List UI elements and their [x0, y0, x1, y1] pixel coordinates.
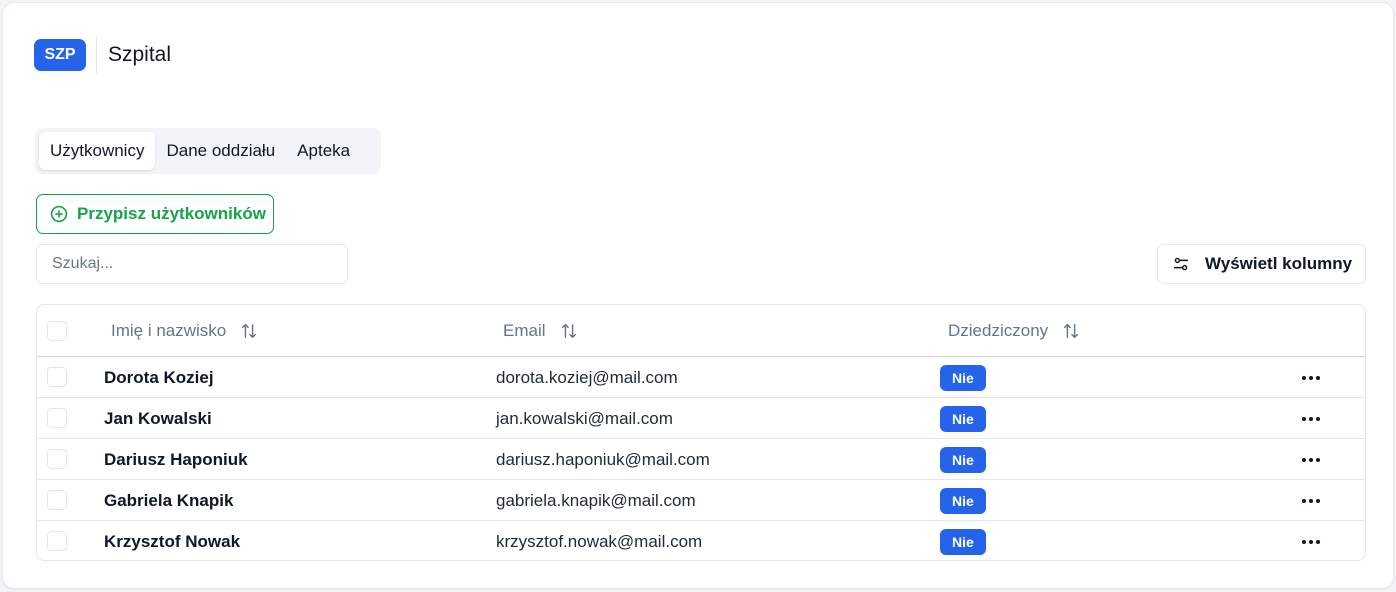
inherited-badge: Nie — [940, 446, 986, 473]
table-row[interactable]: Dariusz Haponiuk dariusz.haponiuk@mail.c… — [37, 439, 1365, 480]
inherited-badge: Nie — [940, 528, 986, 555]
row-checkbox[interactable] — [47, 367, 67, 387]
row-checkbox[interactable] — [47, 490, 67, 510]
user-email: dariusz.haponiuk@mail.com — [496, 449, 710, 469]
sliders-icon — [1172, 255, 1190, 273]
assign-users-button[interactable]: Przypisz użytkowników — [36, 194, 274, 234]
column-header-inherited-label: Dziedziczony — [948, 321, 1049, 340]
more-icon — [1302, 457, 1320, 462]
user-name: Gabriela Knapik — [104, 490, 234, 510]
row-checkbox[interactable] — [47, 449, 67, 469]
header-divider — [96, 36, 97, 74]
inherited-cell: Nie — [940, 398, 986, 439]
sort-icon — [242, 323, 257, 339]
more-icon — [1302, 375, 1320, 380]
user-name: Jan Kowalski — [104, 408, 212, 428]
user-name: Dorota Koziej — [104, 367, 214, 387]
main-card: SZP Szpital Użytkownicy Dane oddziału Ap… — [2, 2, 1394, 589]
user-email: gabriela.knapik@mail.com — [496, 490, 696, 510]
row-actions-button[interactable] — [1299, 398, 1323, 439]
assign-users-label: Przypisz użytkowników — [77, 204, 266, 223]
table-row[interactable]: Jan Kowalski jan.kowalski@mail.com Nie — [37, 398, 1365, 439]
inherited-cell: Nie — [940, 439, 986, 480]
inherited-badge: Nie — [940, 364, 986, 391]
tab-list: Użytkownicy Dane oddziału Apteka — [35, 128, 381, 174]
column-header-inherited[interactable]: Dziedziczony — [948, 305, 1080, 357]
hospital-code-badge: SZP — [34, 39, 86, 71]
row-actions-button[interactable] — [1299, 521, 1323, 560]
inherited-cell: Nie — [940, 521, 986, 560]
show-columns-button[interactable]: Wyświetl kolumny — [1157, 244, 1366, 284]
more-icon — [1302, 539, 1320, 544]
row-actions-button[interactable] — [1299, 357, 1323, 398]
user-email: krzysztof.nowak@mail.com — [496, 531, 703, 551]
plus-circle-icon — [50, 205, 68, 223]
page-header: SZP Szpital — [34, 36, 172, 74]
inherited-cell: Nie — [940, 357, 986, 398]
user-name: Dariusz Haponiuk — [104, 449, 248, 469]
table-header: Imię i nazwisko Email Dziedziczony — [37, 305, 1365, 357]
column-header-email-label: Email — [503, 321, 546, 340]
user-email: dorota.koziej@mail.com — [496, 367, 678, 387]
user-email: jan.kowalski@mail.com — [496, 408, 673, 428]
table-row[interactable]: Dorota Koziej dorota.koziej@mail.com Nie — [37, 357, 1365, 398]
more-icon — [1302, 416, 1320, 421]
row-checkbox[interactable] — [47, 408, 67, 428]
more-icon — [1302, 498, 1320, 503]
tab-users[interactable]: Użytkownicy — [39, 132, 156, 170]
inherited-badge: Nie — [940, 487, 986, 514]
sort-icon — [1064, 323, 1079, 339]
page-title: Szpital — [108, 43, 172, 66]
row-actions-button[interactable] — [1299, 480, 1323, 521]
table-row[interactable]: Gabriela Knapik gabriela.knapik@mail.com… — [37, 480, 1365, 521]
row-actions-button[interactable] — [1299, 439, 1323, 480]
column-header-email[interactable]: Email — [503, 305, 578, 357]
tab-pharmacy[interactable]: Apteka — [286, 132, 361, 170]
inherited-cell: Nie — [940, 480, 986, 521]
select-all-checkbox[interactable] — [47, 321, 67, 341]
user-name: Krzysztof Nowak — [104, 531, 241, 551]
tab-department-data[interactable]: Dane oddziału — [155, 132, 286, 170]
sort-icon — [561, 323, 576, 339]
search-input[interactable] — [36, 244, 348, 284]
show-columns-label: Wyświetl kolumny — [1205, 254, 1353, 273]
users-table: Imię i nazwisko Email Dziedziczony Dorot… — [36, 304, 1366, 561]
table-row[interactable]: Krzysztof Nowak krzysztof.nowak@mail.com… — [37, 521, 1365, 560]
column-header-name[interactable]: Imię i nazwisko — [111, 305, 258, 357]
column-header-name-label: Imię i nazwisko — [111, 321, 227, 340]
inherited-badge: Nie — [940, 405, 986, 432]
row-checkbox[interactable] — [47, 531, 67, 551]
